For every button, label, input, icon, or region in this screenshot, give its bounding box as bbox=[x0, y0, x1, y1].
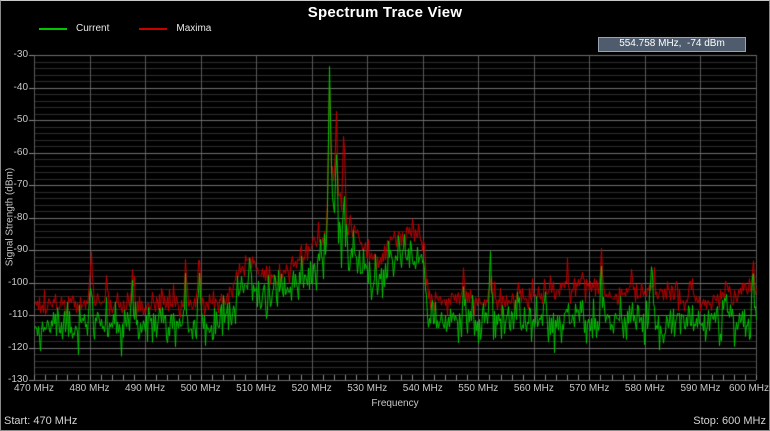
x-tick-label: 590 MHz bbox=[680, 383, 721, 394]
x-tick-label: 550 MHz bbox=[458, 383, 499, 394]
x-tick-label: 580 MHz bbox=[624, 383, 665, 394]
y-tick-label: -110 bbox=[8, 309, 28, 320]
y-tick-label: -100 bbox=[7, 276, 28, 288]
current-trace-swatch bbox=[39, 27, 67, 30]
x-tick-label: 480 MHz bbox=[69, 383, 110, 394]
x-tick-label: 500 MHz bbox=[180, 383, 221, 394]
legend-item-current[interactable]: Current bbox=[39, 23, 109, 34]
y-tick-label: -50 bbox=[13, 114, 28, 125]
x-tick-label: 520 MHz bbox=[291, 383, 332, 394]
legend-label-current: Current bbox=[76, 23, 110, 34]
x-tick-label: 490 MHz bbox=[125, 383, 166, 394]
y-tick-label: -60 bbox=[13, 146, 28, 158]
y-tick-label: -120 bbox=[7, 341, 28, 353]
maxima-trace-swatch bbox=[139, 27, 168, 30]
y-axis-label: Signal Strength (dBm) bbox=[4, 167, 16, 267]
x-tick-label: 510 MHz bbox=[236, 383, 277, 394]
page-title: Spectrum Trace View bbox=[307, 4, 463, 21]
x-axis-tick-labels: 470 MHz 480 MHz 490 MHz 500 MHz 510 MHz 520 M… bbox=[1, 383, 770, 396]
y-tick-label: -40 bbox=[13, 81, 28, 93]
frequency-readout: 554.758 MHz, -74 dBm bbox=[598, 37, 746, 52]
x-tick-label: 600 MHz bbox=[728, 383, 770, 394]
spectrum-trace-window: Spectrum Trace View Current Maxima 554.7… bbox=[0, 0, 770, 431]
legend-item-maxima[interactable]: Maxima bbox=[139, 23, 211, 34]
x-tick-label: 470 MHz bbox=[13, 383, 55, 394]
x-axis-label: Frequency bbox=[371, 398, 419, 409]
start-frequency-label: Start: 470 MHz bbox=[4, 415, 78, 427]
stop-frequency-label: Stop: 600 MHz bbox=[693, 415, 766, 427]
spectrum-plot[interactable] bbox=[1, 1, 769, 430]
y-tick-label: -30 bbox=[13, 49, 28, 60]
x-tick-label: 530 MHz bbox=[347, 383, 388, 394]
x-tick-label: 560 MHz bbox=[513, 383, 554, 394]
trace-legend: Current Maxima bbox=[39, 23, 211, 34]
x-tick-label: 540 MHz bbox=[402, 383, 443, 394]
legend-label-maxima: Maxima bbox=[176, 23, 212, 34]
x-tick-label: 570 MHz bbox=[569, 383, 610, 394]
